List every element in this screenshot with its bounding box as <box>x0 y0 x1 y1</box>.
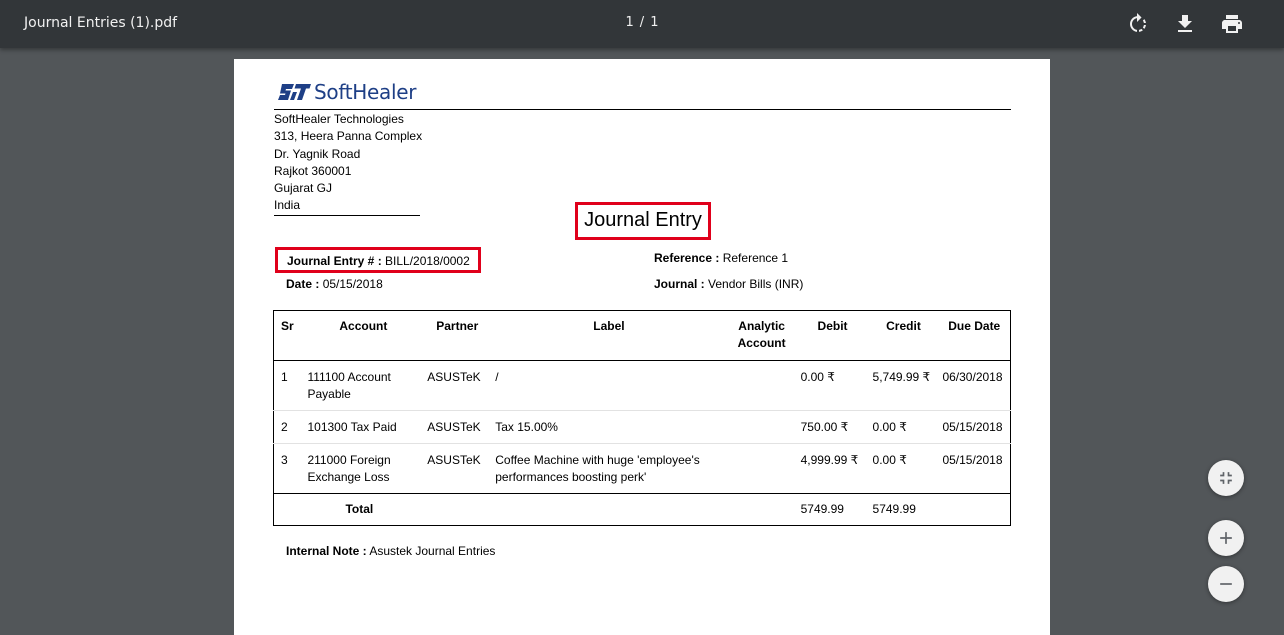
zoom-in-icon <box>1220 532 1232 544</box>
table-row: 3 211000 Foreign Exchange Loss ASUSTeK C… <box>273 444 1011 494</box>
cell-sr: 2 <box>281 420 288 434</box>
cell-partner: ASUSTeK <box>427 370 481 384</box>
journal-label: Journal : <box>654 277 705 291</box>
table-header-row: Sr Account Partner Label Analytic Accoun… <box>273 311 1011 361</box>
current-page[interactable]: 1 <box>626 15 634 30</box>
address-line: Dr. Yagnik Road <box>274 146 361 161</box>
col-header-due-date: Due Date <box>948 319 1001 333</box>
cell-debit: 0.00 ₹ <box>800 370 835 384</box>
page-separator: / <box>639 15 645 30</box>
company-logo: SoftHealer <box>278 80 417 104</box>
cell-label: Tax 15.00% <box>495 420 558 434</box>
col-header-account: Account <box>339 319 388 333</box>
print-button[interactable] <box>1220 12 1244 36</box>
entry-journal: Journal : Vendor Bills (INR) <box>654 277 803 291</box>
cell-analytic <box>727 361 797 411</box>
cell-credit: 5,749.99 ₹ <box>872 370 931 384</box>
cell-label: Coffee Machine with huge 'employee's per… <box>495 453 700 484</box>
rotate-button[interactable] <box>1126 12 1150 36</box>
download-button[interactable] <box>1173 12 1197 36</box>
pdf-page: SoftHealer SoftHealer Technologies 313, … <box>234 59 1050 635</box>
cell-partner: ASUSTeK <box>427 453 481 467</box>
zoom-in-button[interactable] <box>1208 520 1244 556</box>
col-header-credit: Credit <box>886 319 921 333</box>
total-pages: 1 <box>650 15 659 30</box>
rotate-icon <box>1130 13 1146 32</box>
cell-label: / <box>495 370 499 384</box>
pdf-toolbar: Journal Entries (1).pdf 1 / 1 <box>0 0 1284 48</box>
file-title: Journal Entries (1).pdf <box>24 15 178 31</box>
cell-credit: 0.00 ₹ <box>872 453 907 467</box>
cell-due-date: 05/15/2018 <box>942 420 1003 434</box>
cell-account: 211000 Foreign Exchange Loss <box>307 453 391 484</box>
fit-to-page-icon <box>1220 472 1232 484</box>
journal-entry-number: Journal Entry # : BILL/2018/0002 <box>275 247 481 273</box>
total-label: Total <box>345 502 374 516</box>
company-logo-text: SoftHealer <box>314 80 417 104</box>
address-line: SoftHealer Technologies <box>274 112 404 126</box>
cell-due-date: 05/15/2018 <box>942 453 1003 467</box>
cell-analytic <box>727 444 797 494</box>
cell-debit: 4,999.99 ₹ <box>800 453 859 467</box>
col-header-debit: Debit <box>817 319 848 333</box>
zoom-out-icon <box>1220 583 1232 585</box>
address-line: India <box>274 198 301 213</box>
journal-entry-label: Journal Entry # : <box>287 254 382 268</box>
date-label: Date : <box>286 277 320 291</box>
date-value: 05/15/2018 <box>322 277 383 291</box>
cell-partner: ASUSTeK <box>427 420 481 434</box>
company-address: SoftHealer Technologies 313, Heera Panna… <box>274 111 423 216</box>
cell-credit: 0.00 ₹ <box>872 420 907 434</box>
table-total-row: Total 5749.99 5749.99 <box>274 494 1011 526</box>
internal-note-label: Internal Note : <box>286 544 367 558</box>
total-debit: 5749.99 <box>800 502 844 516</box>
journal-entry-value: BILL/2018/0002 <box>385 254 470 268</box>
reference-value: Reference 1 <box>722 251 789 265</box>
cell-debit: 750.00 ₹ <box>800 420 849 434</box>
col-header-label: Label <box>593 319 625 333</box>
address-line: 313, Heera Panna Complex <box>274 129 423 144</box>
document-title: Journal Entry <box>575 202 711 240</box>
cell-due-date: 06/30/2018 <box>942 370 1003 384</box>
total-credit: 5749.99 <box>872 502 916 516</box>
fit-to-page-button[interactable] <box>1208 460 1244 496</box>
col-header-analytic-account: Analytic Account <box>737 319 786 350</box>
table-row: 2 101300 Tax Paid ASUSTeK Tax 15.00% 750… <box>273 411 1011 444</box>
journal-lines-table: Sr Account Partner Label Analytic Accoun… <box>273 310 1011 526</box>
total-spacer <box>423 494 491 526</box>
print-icon <box>1222 15 1242 33</box>
cell-sr: 1 <box>281 370 288 384</box>
entry-reference: Reference : Reference 1 <box>654 251 788 265</box>
internal-note: Internal Note : Asustek Journal Entries <box>286 544 495 558</box>
total-spacer <box>727 494 797 526</box>
internal-note-value: Asustek Journal Entries <box>369 544 496 558</box>
zoom-out-button[interactable] <box>1208 566 1244 602</box>
softhealer-logo-mark-icon <box>278 84 311 100</box>
cell-analytic <box>727 411 797 444</box>
cell-account: 111100 Account Payable <box>307 370 391 401</box>
entry-date: Date : 05/15/2018 <box>286 277 383 291</box>
journal-value: Vendor Bills (INR) <box>708 277 804 291</box>
cell-sr: 3 <box>281 453 288 467</box>
total-spacer <box>274 494 304 526</box>
col-header-sr: Sr <box>281 319 294 333</box>
header-divider <box>274 109 1011 110</box>
cell-account: 101300 Tax Paid <box>307 420 397 434</box>
address-line: Rajkot 360001 <box>274 163 352 178</box>
col-header-partner: Partner <box>436 319 479 333</box>
reference-label: Reference : <box>654 251 720 265</box>
total-spacer <box>938 494 1010 526</box>
address-line: Gujarat GJ <box>274 181 333 196</box>
total-spacer <box>491 494 726 526</box>
download-icon <box>1178 15 1192 32</box>
page-indicator: 1 / 1 <box>600 15 684 30</box>
table-row: 1 111100 Account Payable ASUSTeK / 0.00 … <box>273 361 1011 411</box>
